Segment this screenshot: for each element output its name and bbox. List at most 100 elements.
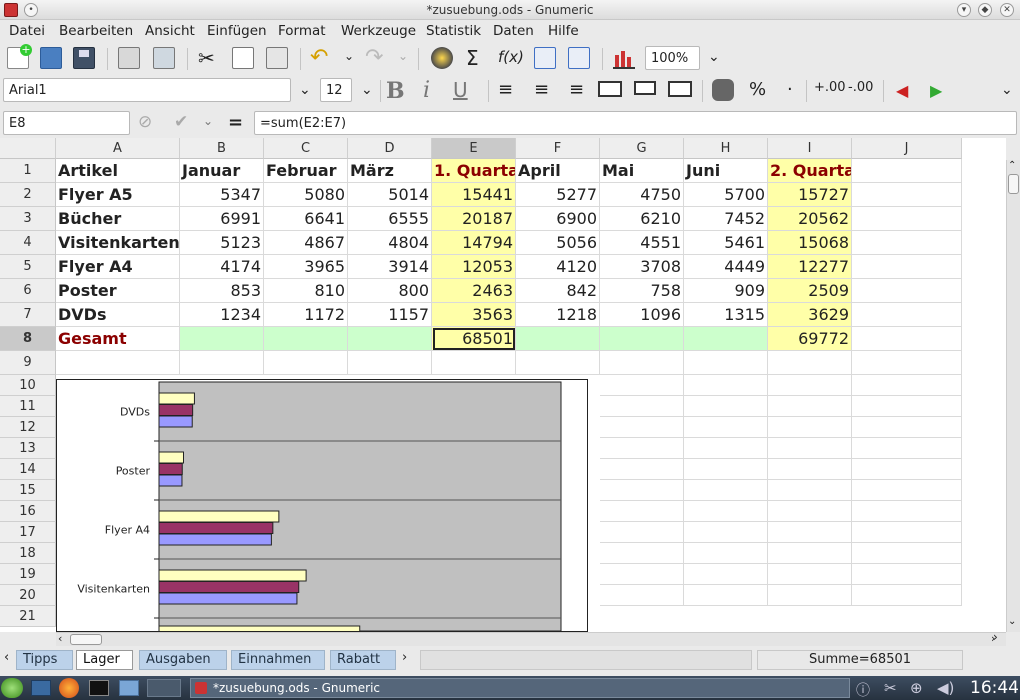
split-cells-icon[interactable]: [668, 81, 692, 97]
data-cell[interactable]: 5700: [684, 183, 768, 207]
desktop-icon[interactable]: [31, 680, 51, 696]
data-cell[interactable]: 14794: [432, 231, 516, 255]
menu-statistik[interactable]: Statistik: [426, 23, 481, 39]
decrease-indent-icon[interactable]: ◀: [896, 81, 908, 100]
center-across-icon[interactable]: [634, 81, 656, 95]
row-label-cell[interactable]: Visitenkarten: [56, 231, 180, 255]
cell[interactable]: [600, 585, 684, 606]
sort-ascending-icon[interactable]: [534, 47, 556, 69]
cell[interactable]: [180, 327, 264, 351]
cell[interactable]: [852, 543, 962, 564]
data-cell[interactable]: 5347: [180, 183, 264, 207]
cell[interactable]: [600, 351, 684, 375]
row-header-2[interactable]: 2: [0, 183, 56, 207]
font-dropdown-icon[interactable]: ⌄: [299, 82, 311, 98]
data-cell[interactable]: 5277: [516, 183, 600, 207]
menu-einfuegen[interactable]: Einfügen: [207, 23, 267, 39]
firefox-icon[interactable]: [59, 678, 79, 698]
cell[interactable]: [432, 351, 516, 375]
cell[interactable]: [684, 351, 768, 375]
redo-icon[interactable]: ↷: [365, 45, 383, 70]
row-header-10[interactable]: 10: [0, 375, 56, 396]
cell[interactable]: [768, 564, 852, 585]
paste-icon[interactable]: [266, 47, 288, 69]
column-header-c[interactable]: C: [264, 138, 348, 159]
cell[interactable]: [768, 585, 852, 606]
cell[interactable]: [852, 279, 962, 303]
column-header-e[interactable]: E: [432, 138, 516, 159]
cell[interactable]: [852, 459, 962, 480]
workspace-switcher-icon[interactable]: [147, 679, 181, 697]
data-cell[interactable]: 6555: [348, 207, 432, 231]
cell[interactable]: [852, 417, 962, 438]
row-header-17[interactable]: 17: [0, 522, 56, 543]
horizontal-scrollbar[interactable]: ‹ ›: [56, 632, 1006, 646]
formula-input[interactable]: =sum(E2:E7): [254, 111, 1017, 135]
header-cell[interactable]: Januar: [180, 159, 264, 183]
total-label-cell[interactable]: Gesamt: [56, 327, 180, 351]
cell[interactable]: [852, 375, 962, 396]
cell[interactable]: [600, 564, 684, 585]
row-label-cell[interactable]: DVDs: [56, 303, 180, 327]
header-cell[interactable]: März: [348, 159, 432, 183]
data-cell[interactable]: 5014: [348, 183, 432, 207]
data-cell[interactable]: 15068: [768, 231, 852, 255]
sort-descending-icon[interactable]: [568, 47, 590, 69]
cell[interactable]: [600, 396, 684, 417]
column-header-i[interactable]: I: [768, 138, 852, 159]
cell[interactable]: [684, 522, 768, 543]
row-label-cell[interactable]: Poster: [56, 279, 180, 303]
row-header-6[interactable]: 6: [0, 279, 56, 303]
data-cell[interactable]: 20187: [432, 207, 516, 231]
goto-icon[interactable]: [431, 47, 453, 69]
cell[interactable]: [768, 438, 852, 459]
cell[interactable]: [264, 327, 348, 351]
row-header-8[interactable]: 8: [0, 327, 56, 351]
data-cell[interactable]: 1218: [516, 303, 600, 327]
header-cell[interactable]: Mai: [600, 159, 684, 183]
header-cell[interactable]: Juni: [684, 159, 768, 183]
cell[interactable]: [852, 522, 962, 543]
cell[interactable]: [768, 522, 852, 543]
cancel-edit-icon[interactable]: ⊘: [138, 112, 152, 132]
data-cell[interactable]: 1315: [684, 303, 768, 327]
cell[interactable]: [600, 459, 684, 480]
row-header-15[interactable]: 15: [0, 480, 56, 501]
data-cell[interactable]: 909: [684, 279, 768, 303]
cell[interactable]: [684, 375, 768, 396]
cell[interactable]: [600, 501, 684, 522]
tab-einnahmen[interactable]: Einnahmen: [231, 650, 325, 670]
cell[interactable]: [852, 303, 962, 327]
tab-ausgaben[interactable]: Ausgaben: [139, 650, 227, 670]
align-left-icon[interactable]: ≡: [498, 79, 513, 100]
copy-icon[interactable]: [232, 47, 254, 69]
column-header-b[interactable]: B: [180, 138, 264, 159]
cell[interactable]: [852, 396, 962, 417]
cell[interactable]: [852, 183, 962, 207]
cell[interactable]: [852, 327, 962, 351]
row-header-7[interactable]: 7: [0, 303, 56, 327]
cell[interactable]: [516, 327, 600, 351]
data-cell[interactable]: 1172: [264, 303, 348, 327]
row-header-13[interactable]: 13: [0, 438, 56, 459]
column-header-d[interactable]: D: [348, 138, 432, 159]
row-header-14[interactable]: 14: [0, 459, 56, 480]
cell[interactable]: [600, 327, 684, 351]
cell[interactable]: [600, 417, 684, 438]
column-header-f[interactable]: F: [516, 138, 600, 159]
cell[interactable]: [516, 351, 600, 375]
decrease-decimals-icon[interactable]: -.00: [848, 80, 873, 95]
accept-edit-icon[interactable]: ✔: [174, 112, 188, 132]
font-size-field[interactable]: 12: [320, 78, 352, 102]
data-cell[interactable]: 15441: [432, 183, 516, 207]
data-cell[interactable]: 4449: [684, 255, 768, 279]
usb-tray-icon[interactable]: ⊕: [910, 679, 923, 697]
data-cell[interactable]: 6210: [600, 207, 684, 231]
data-cell[interactable]: 4120: [516, 255, 600, 279]
cell[interactable]: [768, 351, 852, 375]
cell[interactable]: [600, 522, 684, 543]
cell[interactable]: [852, 480, 962, 501]
menu-bearbeiten[interactable]: Bearbeiten: [59, 23, 133, 39]
cell[interactable]: [768, 543, 852, 564]
selected-cell-e8[interactable]: 68501: [432, 327, 516, 351]
